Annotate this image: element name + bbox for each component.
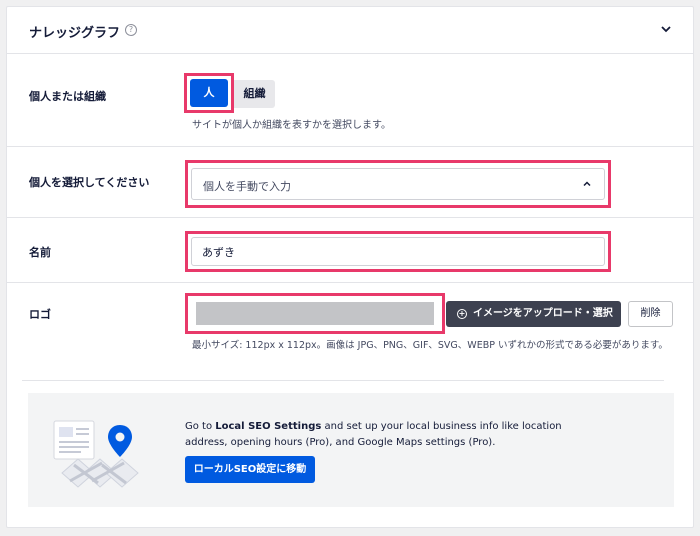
logo-helper: 最小サイズ: 112px x 112px。画像は JPG、PNG、GIF、SVG… (192, 340, 668, 351)
chevron-down-icon[interactable] (659, 22, 673, 36)
select-person-value: 個人を手動で入力 (203, 180, 291, 193)
person-option-button[interactable]: 人 (190, 79, 228, 107)
card-title: ナレッジグラフ (29, 26, 121, 41)
name-highlight (185, 231, 611, 272)
local-seo-settings-link-text: Local SEO Settings (215, 421, 322, 432)
logo-label: ロゴ (29, 308, 51, 321)
plus-circle-icon: + (457, 309, 467, 319)
upload-image-label: イメージをアップロード・選択 (473, 308, 613, 319)
person-or-org-label: 個人または組織 (29, 90, 106, 103)
card-header[interactable]: ナレッジグラフ ? (7, 7, 693, 54)
local-seo-description: Go to Local SEO Settings and set up your… (185, 419, 565, 451)
delete-logo-button[interactable]: 削除 (628, 301, 673, 327)
logo-highlight (185, 293, 445, 334)
select-person-highlight: 個人を手動で入力 (185, 160, 611, 208)
local-seo-map-illustration-icon (53, 420, 139, 488)
upload-image-button[interactable]: + イメージをアップロード・選択 (446, 301, 621, 327)
org-option-button[interactable]: 組織 (234, 80, 275, 108)
name-label: 名前 (29, 246, 51, 259)
person-or-org-row: 個人または組織 (7, 55, 693, 147)
chevron-up-icon (583, 181, 591, 187)
name-input[interactable] (191, 237, 605, 266)
select-person-label: 個人を選択してください (29, 176, 150, 189)
section-divider (22, 380, 664, 381)
go-to-local-seo-button[interactable]: ローカルSEO設定に移動 (185, 456, 315, 483)
person-or-org-helper: サイトが個人か組織を表すかを選択します。 (192, 120, 391, 131)
person-option-highlight: 人 (184, 73, 234, 113)
local-seo-box: Go to Local SEO Settings and set up your… (28, 393, 674, 507)
local-seo-text-prefix: Go to (185, 421, 216, 432)
logo-url-field[interactable] (196, 302, 434, 325)
select-person-dropdown[interactable]: 個人を手動で入力 (191, 168, 605, 200)
question-circle-icon[interactable]: ? (125, 24, 137, 36)
